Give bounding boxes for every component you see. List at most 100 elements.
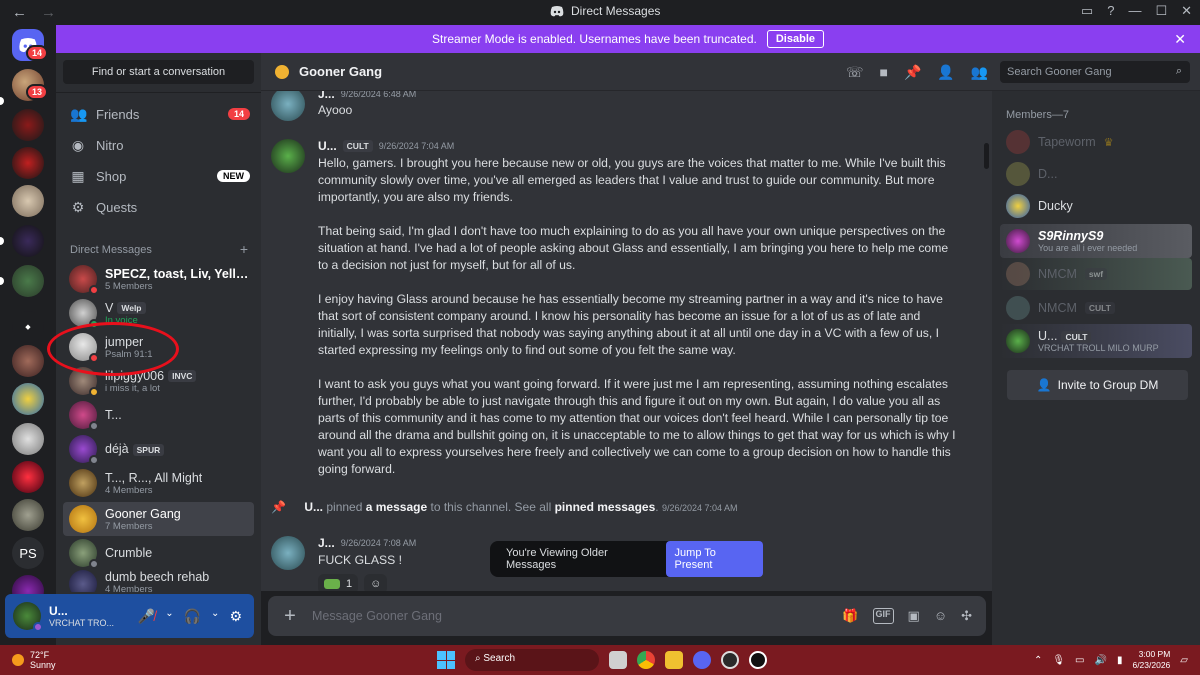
channel-search-input[interactable]: Search Gooner Gang ⌕ <box>1000 61 1190 83</box>
server-icon[interactable]: ◆ <box>12 311 44 343</box>
volume-icon[interactable]: 🔊 <box>1095 655 1107 666</box>
member-name-row: U... CULT <box>1038 329 1159 343</box>
message-avatar[interactable] <box>271 536 305 570</box>
server-icon[interactable] <box>12 461 44 493</box>
author-name[interactable]: J... <box>318 91 335 101</box>
battery-icon[interactable]: ▮ <box>1117 655 1123 666</box>
member-item[interactable]: S9RinnyS9 You are all i ever needed <box>1000 224 1192 258</box>
member-name: NMCM <box>1038 301 1077 315</box>
media-player-icon[interactable] <box>749 651 767 669</box>
member-list-icon[interactable]: 👥 <box>971 64 988 81</box>
user-avatar[interactable] <box>13 602 43 632</box>
create-dm-icon[interactable]: + <box>240 242 248 256</box>
nav-quests[interactable]: ⚙ Quests <box>64 193 254 221</box>
microphone-icon[interactable]: 🎙 <box>1052 655 1065 666</box>
reaction[interactable]: 1 <box>318 574 359 591</box>
scrollbar[interactable] <box>984 143 989 169</box>
server-icon[interactable] <box>12 383 44 415</box>
dm-item[interactable]: T..., R..., All Might 4 Members <box>63 466 254 500</box>
file-explorer-icon[interactable] <box>665 651 683 669</box>
member-item[interactable]: NMCM CULT <box>1000 292 1192 324</box>
author-name[interactable]: U... <box>318 139 337 153</box>
member-item[interactable]: NMCM swf <box>1000 258 1192 290</box>
dm-item[interactable]: dumb beech rehab 4 Members <box>63 570 254 592</box>
dm-item[interactable]: déjà SPUR <box>63 432 254 466</box>
close-window-icon[interactable]: ✕ <box>1181 3 1192 19</box>
settings-gear-icon[interactable]: ⚙ <box>229 608 242 625</box>
nav-nitro[interactable]: ◉ Nitro <box>64 131 254 159</box>
server-icon[interactable] <box>12 499 44 531</box>
taskbar-search[interactable]: ⌕ Search <box>465 649 599 671</box>
back-arrow-icon[interactable]: ← <box>12 4 27 21</box>
dm-item[interactable]: Crumble <box>63 536 254 570</box>
server-icon[interactable] <box>12 147 44 179</box>
member-item[interactable]: Tapeworm ♛ <box>1000 126 1192 158</box>
message-avatar[interactable] <box>271 139 305 173</box>
inbox-icon[interactable]: ▭ <box>1081 3 1093 19</box>
voice-call-icon[interactable]: ☏ <box>846 64 864 81</box>
user-info[interactable]: U... VRCHAT TRO... <box>49 604 114 628</box>
member-item[interactable]: Ducky <box>1000 190 1192 222</box>
server-icon[interactable] <box>12 109 44 141</box>
message-avatar[interactable] <box>271 91 305 121</box>
server-icon[interactable] <box>12 265 44 297</box>
headphones-icon[interactable]: 🎧 <box>184 608 201 625</box>
forward-arrow-icon[interactable]: → <box>41 4 56 21</box>
server-icon[interactable] <box>12 423 44 455</box>
emoji-icon[interactable]: ☺ <box>934 608 947 624</box>
nav-friends[interactable]: 👥 Friends 14 <box>64 100 254 128</box>
mute-mic-icon[interactable]: 🎤̸ <box>138 608 155 625</box>
pinned-messages-icon[interactable]: 📌 <box>904 64 921 81</box>
minimize-icon[interactable]: — <box>1128 3 1141 19</box>
discord-taskbar-icon[interactable] <box>693 651 711 669</box>
server-icon[interactable] <box>12 225 44 257</box>
upload-plus-icon[interactable]: + <box>268 605 312 628</box>
add-friends-icon[interactable]: 👤 <box>937 64 954 81</box>
find-conversation-button[interactable]: Find or start a conversation <box>63 60 254 84</box>
nav-shop[interactable]: ▦ Shop NEW <box>64 162 254 190</box>
gift-icon[interactable]: 🎁 <box>842 608 858 624</box>
server-icon[interactable] <box>12 345 44 377</box>
network-icon[interactable]: ▭ <box>1075 655 1084 666</box>
pinned-messages-link[interactable]: pinned messages <box>555 500 656 514</box>
weather-widget[interactable]: 72°F Sunny <box>12 650 56 670</box>
author-name[interactable]: J... <box>318 536 335 550</box>
dm-item[interactable]: T... <box>63 398 254 432</box>
discord-window: ← → Direct Messages ▭ ? — ☐ ✕ 14 13 ◆ PS… <box>0 0 1200 675</box>
dm-item-gooner-gang[interactable]: Gooner Gang 7 Members <box>63 502 254 536</box>
help-icon[interactable]: ? <box>1107 3 1114 19</box>
jump-to-present-button[interactable]: Jump To Present <box>665 541 763 577</box>
close-banner-icon[interactable]: ✕ <box>1174 31 1186 48</box>
member-item[interactable]: U... CULT VRCHAT TROLL MILO MURP <box>1000 324 1192 358</box>
obs-icon[interactable] <box>721 651 739 669</box>
member-list: Members—7 Tapeworm ♛ D... Ducky S9RinnyS… <box>992 91 1200 645</box>
clock[interactable]: 3:00 PM 6/23/2026 <box>1132 649 1170 671</box>
server-rail: 14 13 ◆ PS <box>0 25 56 645</box>
discord-logo-icon <box>550 5 564 16</box>
server-icon[interactable] <box>12 185 44 217</box>
chevron-down-icon[interactable]: ⌄ <box>165 608 173 625</box>
maximize-icon[interactable]: ☐ <box>1155 3 1167 19</box>
disable-streamer-button[interactable]: Disable <box>766 30 824 48</box>
invite-to-group-button[interactable]: 👤 Invite to Group DM <box>1007 370 1188 400</box>
windows-start-icon[interactable] <box>437 651 455 669</box>
video-call-icon[interactable]: ■ <box>880 64 888 81</box>
member-item[interactable]: D... <box>1000 158 1192 190</box>
notifications-icon[interactable]: ▱ <box>1180 655 1188 666</box>
pin-author[interactable]: U... <box>304 500 323 514</box>
gif-icon[interactable]: GIF <box>872 608 894 624</box>
status-dot <box>89 455 99 465</box>
avatar <box>69 435 99 465</box>
dm-item[interactable]: SPECZ, toast, Liv, Yellow ... 5 Members <box>63 262 254 296</box>
apps-icon[interactable]: ✣ <box>961 608 972 624</box>
pinned-message-link[interactable]: a message <box>366 500 427 514</box>
sticker-icon[interactable]: ▣ <box>908 608 920 624</box>
chevron-down-icon[interactable]: ⌄ <box>211 608 219 625</box>
pin-icon: 📌 <box>271 500 286 514</box>
chrome-icon[interactable] <box>637 651 655 669</box>
message-composer[interactable]: + Message Gooner Gang 🎁 GIF ▣ ☺ ✣ <box>268 596 986 636</box>
server-icon[interactable]: PS <box>12 537 44 569</box>
add-reaction-button[interactable]: ☺ <box>364 574 388 591</box>
task-view-icon[interactable] <box>609 651 627 669</box>
tray-chevron-icon[interactable]: ⌃ <box>1034 655 1042 666</box>
